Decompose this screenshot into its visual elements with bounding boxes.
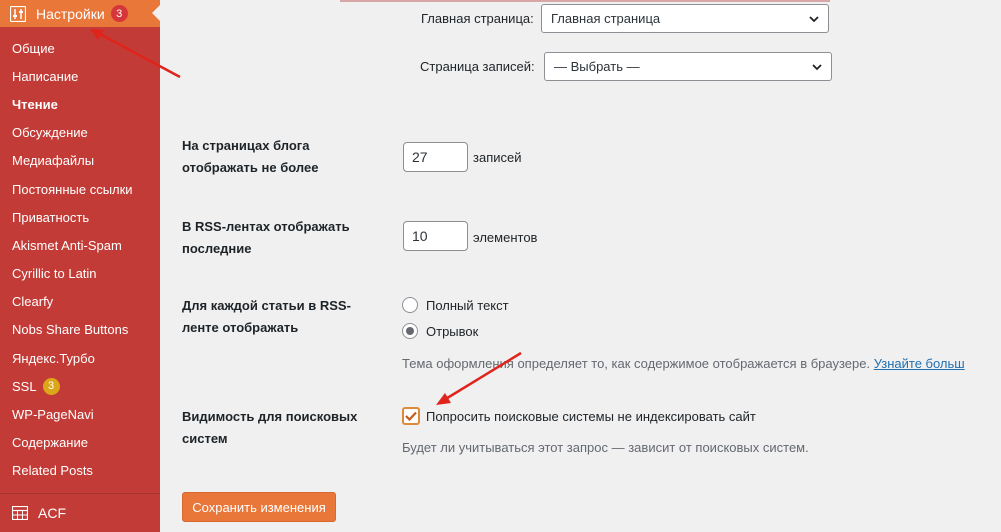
ssl-count-badge: 3 [42, 377, 60, 395]
radio-excerpt[interactable] [402, 323, 418, 339]
submenu-item-wp-pagenavi[interactable]: WP-PageNavi [0, 400, 160, 428]
submenu-item-label: Приватность [12, 209, 90, 225]
submenu-item-label: Clearfy [12, 294, 54, 310]
submenu-item-label: WP-PageNavi [12, 407, 94, 423]
front-page-label: Главная страница: [421, 11, 534, 26]
submenu-item-general[interactable]: Общие [0, 34, 160, 62]
submenu-item-nobs-share-buttons[interactable]: Nobs Share Buttons [0, 316, 160, 344]
submenu-item-privacy[interactable]: Приватность [0, 203, 160, 231]
settings-submenu: Общие Написание Чтение Обсуждение Медиаф… [0, 34, 160, 485]
submenu-item-yandex-turbo[interactable]: Яндекс.Турбо [0, 344, 160, 372]
posts-per-page-heading: На страницах блога отображать не более [182, 135, 318, 179]
grid-table-icon [12, 506, 28, 520]
posts-page-select[interactable]: — Выбрать — [544, 52, 832, 81]
submenu-item-label: Общие [12, 40, 55, 56]
checkmark-icon [405, 409, 417, 424]
submenu-item-akismet[interactable]: Akismet Anti-Spam [0, 231, 160, 259]
rss-count-heading: В RSS-лентах отображать последние [182, 216, 350, 260]
submenu-item-reading[interactable]: Чтение [0, 90, 160, 118]
rss-content-heading: Для каждой статьи в RSS- ленте отображат… [182, 295, 351, 339]
posts-per-page-heading-line2: отображать не более [182, 160, 319, 175]
current-menu-pointer [152, 5, 160, 21]
sliders-icon [10, 5, 26, 22]
submenu-item-label: SSL [12, 378, 37, 394]
radio-full-text-label: Полный текст [426, 298, 509, 313]
submenu-item-label: Nobs Share Buttons [12, 322, 129, 338]
posts-per-page-input[interactable]: 27 [403, 142, 468, 172]
sidebar-header-title: Настройки [36, 5, 105, 22]
radio-full-text[interactable] [402, 297, 418, 313]
submenu-item-label: Яндекс.Турбо [12, 350, 95, 366]
search-visibility-heading: Видимость для поисковых систем [182, 406, 357, 450]
submenu-item-media[interactable]: Медиафайлы [0, 147, 160, 175]
submenu-item-discussion[interactable]: Обсуждение [0, 119, 160, 147]
rss-count-heading-line1: В RSS-лентах отображать [182, 219, 350, 234]
submenu-item-ssl[interactable]: SSL 3 [0, 372, 160, 400]
submenu-item-label: Обсуждение [12, 125, 88, 141]
search-visibility-heading-line2: систем [182, 431, 228, 446]
rss-count-suffix: элементов [473, 230, 538, 245]
rss-count-input[interactable]: 10 [403, 221, 468, 251]
submenu-item-label: Медиафайлы [12, 153, 95, 169]
posts-per-page-heading-line1: На страницах блога [182, 138, 310, 153]
rss-count-value: 10 [412, 228, 428, 244]
submenu-item-permalinks[interactable]: Постоянные ссылки [0, 175, 160, 203]
discourage-search-label: Попросить поисковые системы не индексиро… [426, 409, 756, 424]
submenu-item-label: Cyrillic to Latin [12, 266, 97, 282]
submenu-item-cyrillic-to-latin[interactable]: Cyrillic to Latin [0, 260, 160, 288]
rss-content-heading-line1: Для каждой статьи в RSS- [182, 298, 351, 313]
submenu-item-label: Чтение [12, 96, 58, 112]
posts-per-page-suffix: записей [473, 150, 522, 165]
front-page-select[interactable]: Главная страница [541, 4, 829, 33]
submenu-item-clearfy[interactable]: Clearfy [0, 288, 160, 316]
posts-page-value: — Выбрать — [554, 59, 640, 74]
update-count-badge: 3 [110, 5, 128, 22]
save-changes-button[interactable]: Сохранить изменения [182, 492, 336, 522]
submenu-item-label: Akismet Anti-Spam [12, 237, 122, 253]
annotation-arrowhead-checkbox [436, 393, 451, 405]
rss-content-description-text: Тема оформления определяет то, как содер… [402, 356, 871, 371]
front-page-value: Главная страница [551, 11, 661, 26]
rss-content-description: Тема оформления определяет то, как содер… [402, 356, 965, 371]
sidebar-item-settings[interactable]: Настройки 3 [0, 0, 160, 27]
search-visibility-heading-line1: Видимость для поисковых [182, 409, 358, 424]
submenu-item-label: Related Posts [12, 463, 93, 479]
submenu-item-contents[interactable]: Содержание [0, 429, 160, 457]
submenu-item-label: Содержание [12, 435, 88, 451]
submenu-item-label: Написание [12, 68, 79, 84]
learn-more-link[interactable]: Узнайте больш [874, 356, 965, 371]
radio-excerpt-label: Отрывок [426, 324, 479, 339]
search-visibility-description: Будет ли учитываться этот запрос — завис… [402, 440, 809, 455]
chevron-down-icon [808, 13, 820, 28]
sidebar-item-acf[interactable]: ACF [0, 493, 160, 532]
admin-sidebar: Настройки 3 Общие Написание Чтение Обсуж… [0, 0, 160, 532]
posts-page-label: Страница записей: [420, 59, 535, 74]
submenu-item-related-posts[interactable]: Related Posts [0, 457, 160, 485]
top-divider [340, 0, 830, 2]
rss-content-heading-line2: ленте отображать [182, 320, 299, 335]
discourage-search-checkbox[interactable] [402, 407, 420, 425]
rss-count-heading-line2: последние [182, 241, 252, 256]
submenu-item-label: Постоянные ссылки [12, 181, 133, 197]
posts-per-page-value: 27 [412, 149, 428, 165]
submenu-item-writing[interactable]: Написание [0, 62, 160, 90]
chevron-down-icon [811, 61, 823, 76]
sidebar-item-acf-label: ACF [38, 505, 66, 521]
